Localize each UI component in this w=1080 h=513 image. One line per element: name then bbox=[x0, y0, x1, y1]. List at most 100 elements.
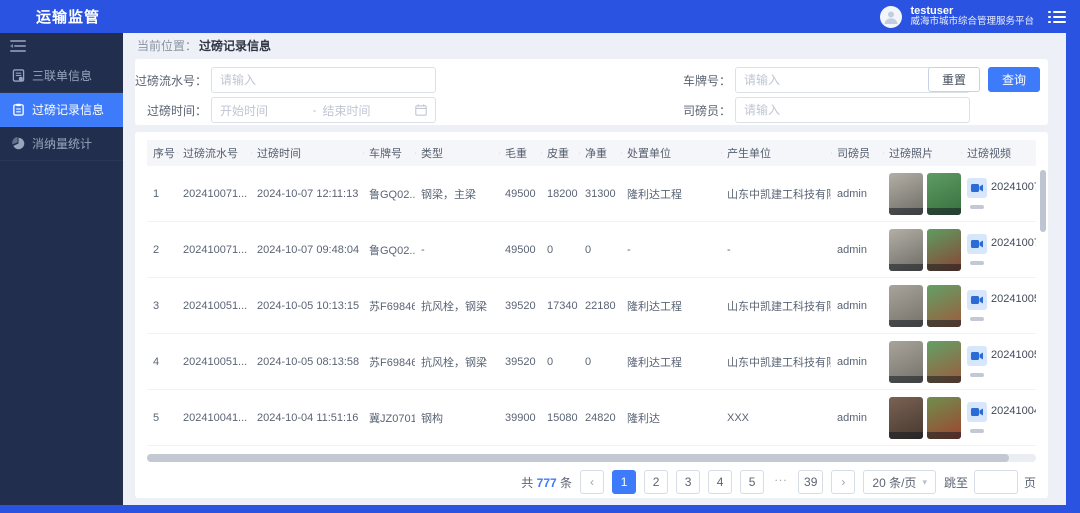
sidebar-item-weighing-records[interactable]: 过磅记录信息 bbox=[0, 93, 123, 127]
photo-caption-strip bbox=[889, 376, 923, 383]
cell-disposal: 隆利达工程 bbox=[621, 186, 721, 202]
jump-to-label: 跳至 bbox=[944, 474, 968, 491]
weighing-video-link[interactable]: 20241005 bbox=[991, 293, 1036, 305]
weighing-photo-thumbnail[interactable] bbox=[889, 229, 923, 271]
weighing-video-link[interactable]: 20241007 bbox=[991, 181, 1036, 193]
photo-caption-strip bbox=[927, 376, 961, 383]
jump-unit-label: 页 bbox=[1024, 474, 1036, 491]
pagination-page-5[interactable]: 5 bbox=[740, 470, 764, 494]
cell-video: 20241007 bbox=[961, 178, 1036, 209]
pagination-page-4[interactable]: 4 bbox=[708, 470, 732, 494]
cell-net: 22180 bbox=[579, 300, 621, 312]
date-range-separator: - bbox=[313, 103, 317, 117]
cell-net: 24820 bbox=[579, 412, 621, 424]
app-window: 运输监管 testuser 威海市城市综合管理服务平台 bbox=[0, 0, 1080, 513]
weighing-photo-thumbnail[interactable] bbox=[927, 285, 961, 327]
jump-to-page-input[interactable] bbox=[974, 470, 1018, 494]
breadcrumb-current: 过磅记录信息 bbox=[199, 37, 271, 54]
pagination-page-2[interactable]: 2 bbox=[644, 470, 668, 494]
page-size-select[interactable]: 20 条/页 ▾ bbox=[863, 470, 936, 494]
column-header: 处置单位 bbox=[621, 145, 721, 161]
time-range-picker[interactable]: 开始时间 - 结束时间 bbox=[211, 97, 436, 123]
column-header: 序号 bbox=[147, 145, 177, 161]
vertical-scrollbar[interactable] bbox=[1040, 170, 1046, 232]
video-file-icon[interactable] bbox=[967, 234, 987, 254]
cell-tare: 18200 bbox=[541, 188, 579, 200]
cell-tare: 0 bbox=[541, 244, 579, 256]
serial-filter-input[interactable] bbox=[211, 67, 436, 93]
cell-disposal: 隆利达 bbox=[621, 410, 721, 426]
table-row: 1202410071...2024-10-07 12:11:13鲁GQ02...… bbox=[147, 166, 1036, 222]
column-header: 过磅流水号 bbox=[177, 145, 251, 161]
cell-no: 5 bbox=[147, 412, 177, 424]
user-info[interactable]: testuser 威海市城市综合管理服务平台 bbox=[910, 5, 1034, 29]
pagination-next-button[interactable]: › bbox=[831, 470, 855, 494]
table-row: 3202410051...2024-10-05 10:13:15苏F69846抗… bbox=[147, 278, 1036, 334]
pagination-prev-button[interactable]: ‹ bbox=[580, 470, 604, 494]
column-header: 过磅时间 bbox=[251, 145, 363, 161]
column-header: 皮重 bbox=[541, 145, 579, 161]
video-duration-dash bbox=[970, 373, 984, 377]
cell-producer: XXX bbox=[721, 412, 831, 424]
cell-plate: 冀JZ0701 bbox=[363, 410, 415, 426]
header-menu-icon[interactable] bbox=[1048, 10, 1066, 24]
total-count: 777 bbox=[537, 476, 557, 490]
pagination-total: 共 777 条 bbox=[521, 474, 572, 491]
video-file-icon[interactable] bbox=[967, 178, 987, 198]
breadcrumb-prefix: 当前位置： bbox=[137, 37, 197, 54]
cell-weigher: admin bbox=[831, 412, 883, 424]
cell-plate: 苏F69846 bbox=[363, 298, 415, 314]
photo-caption-strip bbox=[927, 264, 961, 271]
cell-time: 2024-10-05 08:13:58 bbox=[251, 356, 363, 368]
table-row: 4202410051...2024-10-05 08:13:58苏F69846抗… bbox=[147, 334, 1036, 390]
cell-photos bbox=[883, 229, 961, 271]
video-file-icon[interactable] bbox=[967, 402, 987, 422]
sidebar-item-triple-form[interactable]: 三联单信息 bbox=[0, 59, 123, 93]
cell-plate: 苏F69846 bbox=[363, 354, 415, 370]
pagination-page-39[interactable]: 39 bbox=[798, 470, 823, 494]
video-file-icon[interactable] bbox=[967, 290, 987, 310]
weighing-photo-thumbnail[interactable] bbox=[889, 341, 923, 383]
cell-producer: - bbox=[721, 244, 831, 256]
cell-serial: 202410051... bbox=[177, 356, 251, 368]
cell-disposal: 隆利达工程 bbox=[621, 298, 721, 314]
cell-time: 2024-10-05 10:13:15 bbox=[251, 300, 363, 312]
weighing-photo-thumbnail[interactable] bbox=[889, 173, 923, 215]
weighing-photo-thumbnail[interactable] bbox=[927, 229, 961, 271]
cell-no: 1 bbox=[147, 188, 177, 200]
weighing-photo-thumbnail[interactable] bbox=[927, 397, 961, 439]
reset-button[interactable]: 重置 bbox=[928, 67, 980, 92]
cell-gross: 49500 bbox=[499, 244, 541, 256]
user-avatar[interactable] bbox=[880, 6, 902, 28]
cell-type: 钢梁，主梁 bbox=[415, 186, 499, 202]
sidebar-item-consumption-stats[interactable]: 消纳量统计 bbox=[0, 127, 123, 161]
cell-no: 4 bbox=[147, 356, 177, 368]
cell-plate: 鲁GQ02... bbox=[363, 242, 415, 258]
pagination-page-1[interactable]: 1 bbox=[612, 470, 636, 494]
weighing-photo-thumbnail[interactable] bbox=[889, 285, 923, 327]
weighing-video-link[interactable]: 20241005 bbox=[991, 349, 1036, 361]
cell-disposal: - bbox=[621, 244, 721, 256]
cell-type: - bbox=[415, 244, 499, 256]
column-header: 净重 bbox=[579, 145, 621, 161]
cell-weigher: admin bbox=[831, 188, 883, 200]
cell-weigher: admin bbox=[831, 356, 883, 368]
app-title: 运输监管 bbox=[36, 6, 100, 27]
cell-photos bbox=[883, 341, 961, 383]
weigher-filter-input[interactable] bbox=[735, 97, 970, 123]
weighing-video-link[interactable]: 20241007 bbox=[991, 237, 1036, 249]
weighing-photo-thumbnail[interactable] bbox=[927, 173, 961, 215]
video-file-icon[interactable] bbox=[967, 346, 987, 366]
sidebar-collapse-button[interactable] bbox=[0, 33, 123, 59]
pagination-page-3[interactable]: 3 bbox=[676, 470, 700, 494]
weighing-video-link[interactable]: 20241004 bbox=[991, 405, 1036, 417]
query-button[interactable]: 查询 bbox=[988, 67, 1040, 92]
weighing-photo-thumbnail[interactable] bbox=[889, 397, 923, 439]
cell-video: 20241007 bbox=[961, 234, 1036, 265]
cell-net: 0 bbox=[579, 356, 621, 368]
horizontal-scrollbar[interactable] bbox=[147, 454, 1009, 462]
weighing-photo-thumbnail[interactable] bbox=[927, 341, 961, 383]
total-prefix: 共 bbox=[521, 476, 533, 490]
cell-no: 3 bbox=[147, 300, 177, 312]
horizontal-scrollbar-track bbox=[147, 454, 1036, 462]
